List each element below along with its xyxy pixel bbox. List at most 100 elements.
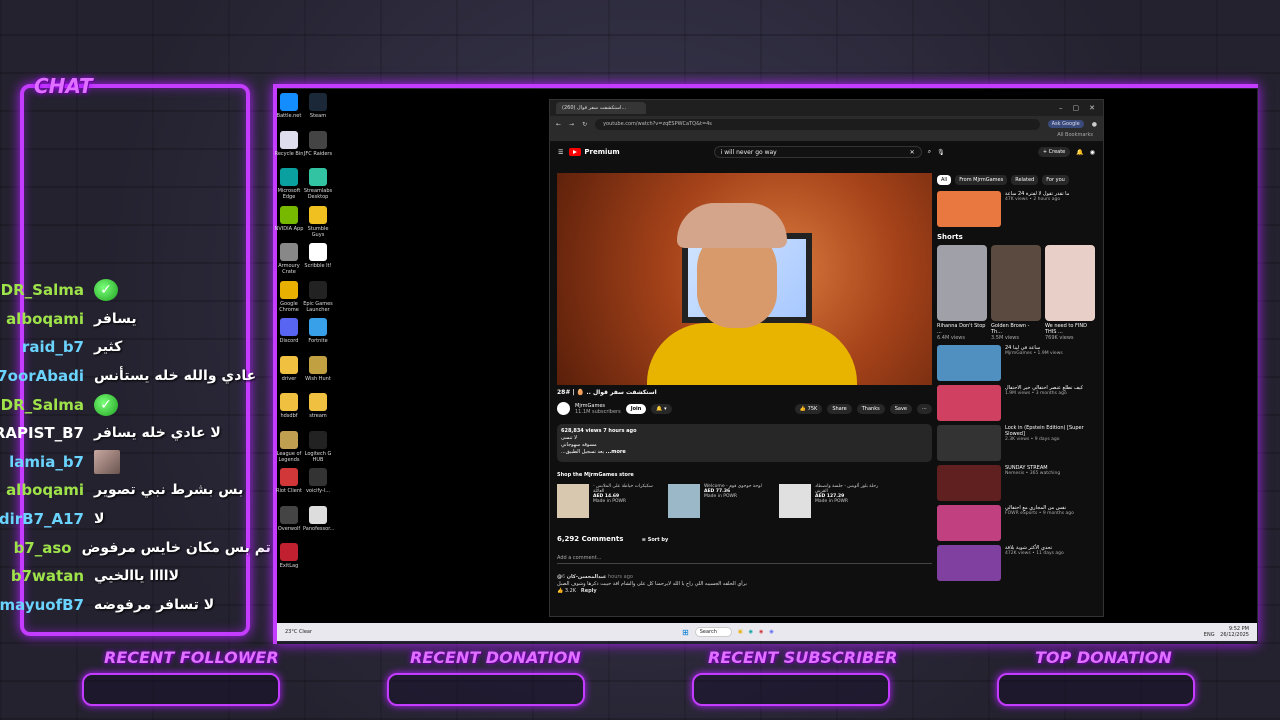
desktop-icon[interactable]: Fortnite xyxy=(303,318,333,344)
save-button[interactable]: Save xyxy=(889,403,912,414)
desktop-icon[interactable]: Battle.net xyxy=(274,93,304,119)
recommended-video[interactable]: Lock in (Epstein Edition) [Super Slowed]… xyxy=(937,425,1097,461)
thanks-button[interactable]: Thanks xyxy=(856,403,885,414)
desktop-icon[interactable]: Steam xyxy=(303,93,333,119)
store-item[interactable]: Welcome - لوحة حوجوي قوم AED 77.36 Made in… xyxy=(668,484,773,518)
reload-icon[interactable]: ↻ xyxy=(582,121,587,128)
avatar[interactable]: ◉ xyxy=(1090,149,1095,156)
ask-google-button[interactable]: Ask Google xyxy=(1047,120,1084,128)
search-icon[interactable]: ⌕ xyxy=(928,148,931,156)
sort-by-button[interactable]: ≡ Sort by xyxy=(642,537,668,543)
join-button[interactable]: Join xyxy=(625,403,647,414)
chat-username[interactable]: lmayuofB7 xyxy=(0,596,84,614)
chat-username[interactable]: b7_aso xyxy=(0,539,72,557)
youtube-logo[interactable]: Premium xyxy=(569,148,620,156)
desktop-icon[interactable]: Stumble Guys xyxy=(303,205,333,238)
discord-icon[interactable]: ◉ xyxy=(769,629,773,635)
more-icon[interactable]: ⋯ xyxy=(917,403,932,414)
url-field[interactable]: youtube.com/watch?v=zqESPWCaTQ&t=4s xyxy=(595,118,1040,130)
desktop-icon[interactable]: ExitLag xyxy=(274,543,304,569)
short-card[interactable]: We need to FIND THIS ... 769K views xyxy=(1045,245,1095,341)
app-icon xyxy=(309,130,327,149)
chat-username[interactable]: raid_b7 xyxy=(0,338,84,356)
desktop-icon[interactable]: stream xyxy=(303,393,333,419)
recommended-video[interactable]: ما تقدر تقول لا لفترة 24 ساعة 47K views •… xyxy=(937,191,1097,227)
desktop-icon[interactable]: voicify-l... xyxy=(303,468,333,494)
chrome-icon[interactable]: ◉ xyxy=(759,629,763,635)
notifications-icon[interactable]: 🔔 xyxy=(1076,149,1083,156)
profile-icon[interactable]: ● xyxy=(1092,121,1097,128)
desktop-icon[interactable]: Discord xyxy=(274,318,304,344)
recommended-video[interactable]: SUNDAY STREAM Nemesis • 365 watching xyxy=(937,465,1097,501)
recommended-video[interactable]: تحدي الأكثر شوية بلاقة 472K views • 11 da… xyxy=(937,545,1097,581)
video-player[interactable] xyxy=(557,173,932,385)
desktop-icon[interactable]: Riot Client xyxy=(274,468,304,494)
edge-icon[interactable]: ◉ xyxy=(749,629,753,635)
back-icon[interactable]: ← xyxy=(556,121,561,128)
bookmarks-bar[interactable]: All Bookmarks xyxy=(550,132,1103,142)
comment-like-button[interactable]: 👍 3.2K xyxy=(557,588,576,594)
chat-username[interactable]: alboqami xyxy=(0,310,84,328)
recommended-video[interactable]: نفس من المجاري مع احتفالي FOWR eSports • … xyxy=(937,505,1097,541)
desc-line: لا تنسى xyxy=(561,435,577,441)
system-tray[interactable]: ENG 9:52 PM 26/12/2025 xyxy=(1204,626,1249,638)
recommended-video[interactable]: 24 ساعة في لينا MjrmGames • 1.9M views xyxy=(937,345,1097,381)
desktop-icon[interactable]: Wish Hunt xyxy=(303,355,333,382)
language-indicator[interactable]: ENG xyxy=(1204,632,1215,638)
desktop-icon[interactable]: Scribble It! xyxy=(303,243,333,269)
maximize-icon[interactable]: ▢ xyxy=(1073,104,1080,112)
recommended-video[interactable]: كيف تطلع عنصر احتفالي خير الاحتفال 1.9M v… xyxy=(937,385,1097,421)
desktop-icon[interactable]: Microsoft Edge xyxy=(274,168,304,200)
forward-icon[interactable]: → xyxy=(569,121,574,128)
desktop-icon[interactable]: NVIDIA App xyxy=(274,205,304,232)
like-button[interactable]: 👍 75K xyxy=(794,403,823,414)
desktop-icon[interactable]: driver xyxy=(274,355,304,382)
file-explorer-icon[interactable]: ▣ xyxy=(738,629,743,635)
chat-username[interactable]: DR_Salma xyxy=(0,396,84,414)
windows-start-icon[interactable]: ⊞ xyxy=(682,628,689,637)
chat-username[interactable]: RAPIST_B7 xyxy=(0,424,84,442)
clear-icon[interactable]: ✕ xyxy=(910,149,915,156)
chat-username[interactable]: alboqami xyxy=(0,481,84,499)
chat-username[interactable]: b7watan xyxy=(0,567,84,585)
chat-username[interactable]: 7oorAbadi xyxy=(0,367,84,385)
filter-chip[interactable]: Related xyxy=(1011,175,1039,185)
desktop-icon[interactable]: Google Chrome xyxy=(274,280,304,313)
desktop-icon[interactable]: Panofessor... xyxy=(303,505,335,532)
weather-widget[interactable]: 23°C Clear xyxy=(285,629,312,635)
taskbar-search[interactable]: Search xyxy=(694,627,732,637)
create-button[interactable]: + Create xyxy=(1037,147,1071,157)
minimize-icon[interactable]: – xyxy=(1059,104,1063,112)
filter-chip[interactable]: From MjrmGames xyxy=(955,175,1008,185)
channel-avatar[interactable] xyxy=(557,402,570,415)
subscribe-bell-button[interactable]: 🔔 ▾ xyxy=(651,403,672,414)
desktop-icon[interactable]: Logitech G HUB xyxy=(303,430,333,463)
short-card[interactable]: Rihanna Don't Stop ... 6.4M views xyxy=(937,245,987,341)
mic-icon[interactable]: 🎙 xyxy=(937,149,945,156)
store-item[interactable]: سكيكرات خياطة على الملابس - العائلة AED 1… xyxy=(557,484,662,518)
menu-icon[interactable]: ☰ xyxy=(558,149,563,156)
desktop-icon[interactable]: JFC Raiders xyxy=(303,130,333,157)
browser-tab[interactable]: (260) استكشفت سفر قوال... xyxy=(556,102,646,114)
chat-username[interactable]: lamia_b7 xyxy=(0,453,84,471)
desktop-icon[interactable]: Epic Games Launcher xyxy=(303,280,333,313)
chat-username[interactable]: dirB7_A17 xyxy=(0,510,84,528)
chat-username[interactable]: DR_Salma xyxy=(0,281,84,299)
more-link[interactable]: ...more xyxy=(606,449,626,455)
desktop-icon[interactable]: hdsdbf xyxy=(274,393,304,419)
reply-button[interactable]: Reply xyxy=(581,588,597,594)
description-box[interactable]: 628,834 views 7 hours ago لا تنسى مسوقه … xyxy=(557,424,932,462)
short-card[interactable]: Golden Brown - Th... 3.5M views xyxy=(991,245,1041,341)
share-button[interactable]: Share xyxy=(827,403,852,414)
desktop-icon[interactable]: Overwolf xyxy=(274,505,304,532)
desktop-icon[interactable]: League of Legends xyxy=(274,430,304,463)
filter-chip[interactable]: All xyxy=(937,175,952,185)
store-item[interactable]: رحلة بلور ألوبس - جلسة وانصطاد القرش AED … xyxy=(779,484,884,518)
desktop-icon[interactable]: Armoury Crate xyxy=(274,243,304,275)
desktop-icon[interactable]: Streamlabs Desktop xyxy=(303,168,333,200)
search-input[interactable]: i will never go way ✕ xyxy=(713,146,922,158)
close-icon[interactable]: ✕ xyxy=(1089,104,1095,112)
desktop-icon[interactable]: Recycle Bin xyxy=(274,130,304,157)
filter-chip[interactable]: For you xyxy=(1042,175,1069,185)
add-comment-input[interactable]: Add a comment... xyxy=(557,555,932,564)
